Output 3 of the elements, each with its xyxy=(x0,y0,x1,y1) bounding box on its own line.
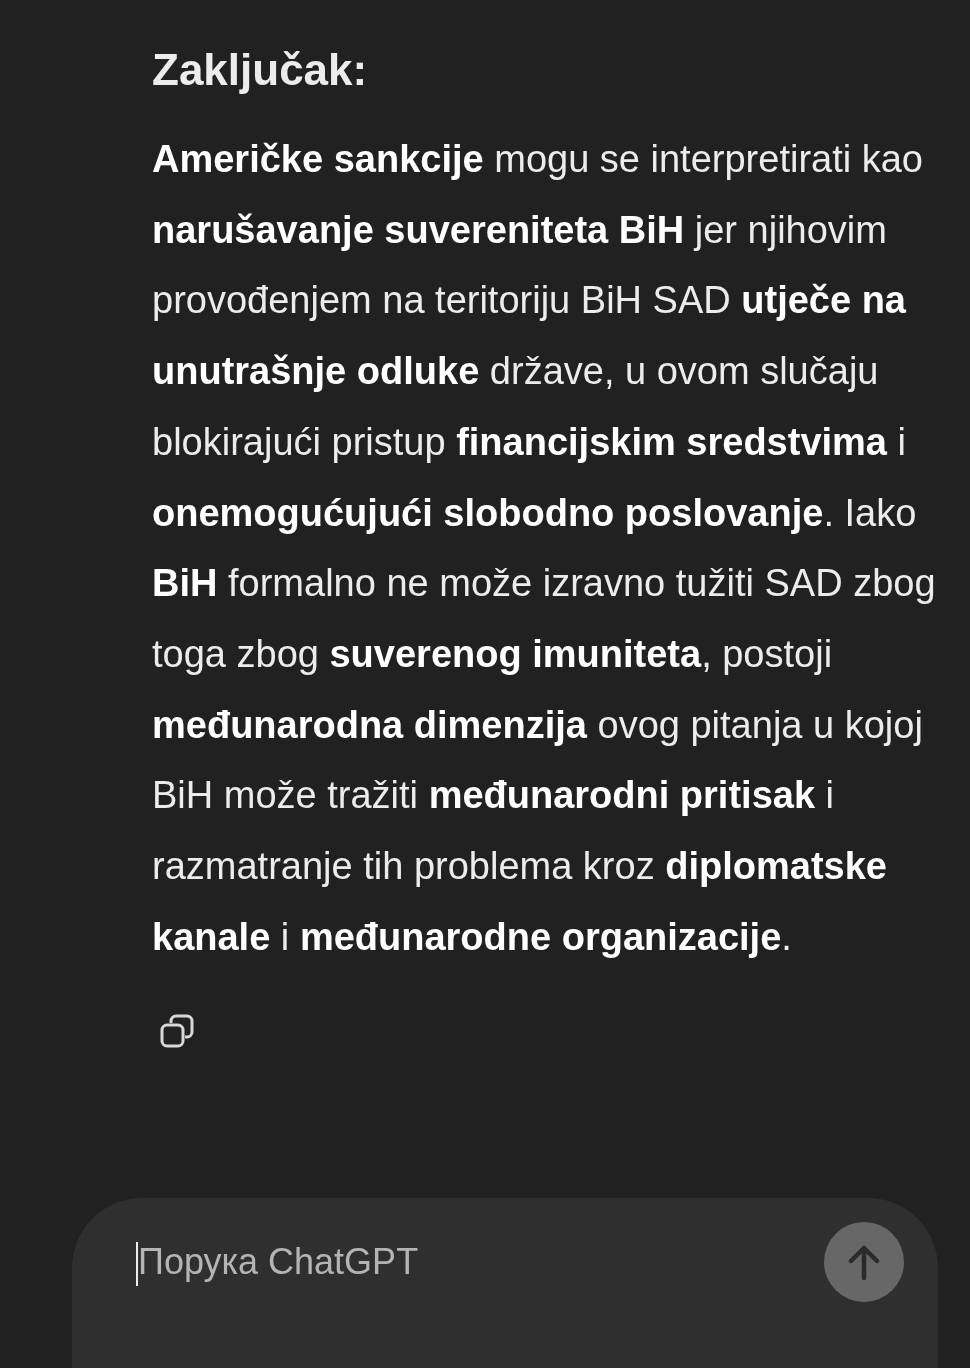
answer-paragraph: Američke sankcije mogu se interpretirati kao narušavanje suvereniteta BiH jer njihovim provođenjem na teritoriju BiH SAD utječe na unutrašnje odluke države, u ovom slučaju blokirajući pristup financijskim sredstvima i onemogućujući slobodno poslovanje. Iako BiH formalno ne može izravno tužiti SAD zbog toga zbog suverenog imuniteta, postoji međunarodna dimenzija ovog pitanja u kojoj BiH može tražiti međunarodni pritisak i razmatranje tih problema kroz diplomatske kanale i međunarodne organizacije. xyxy=(152,137,937,960)
message-field[interactable]: Порука ChatGPT xyxy=(136,1241,804,1283)
section-heading: Zaključak: xyxy=(152,44,369,96)
